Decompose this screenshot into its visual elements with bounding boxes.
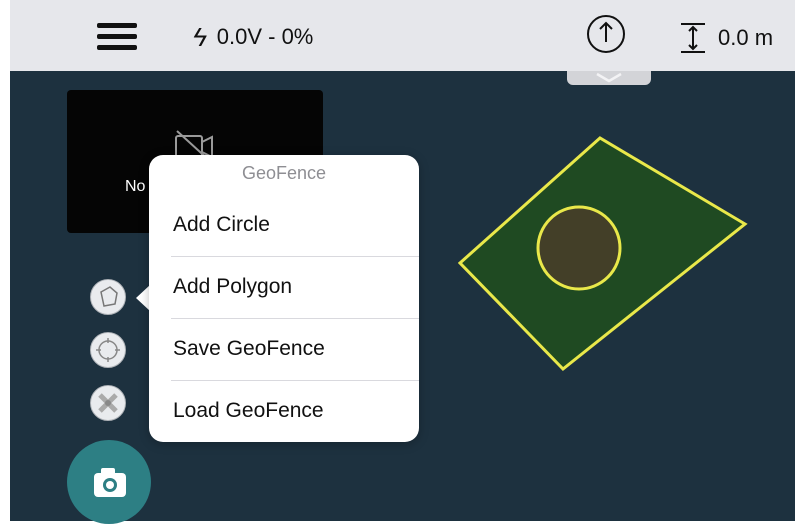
altitude-readout: 0.0 m: [676, 18, 773, 58]
polygon-icon: [100, 286, 118, 307]
menu-item-add-circle[interactable]: Add Circle: [149, 195, 419, 257]
app-frame: ϟ 0.0V - 0% 0.0 m No GeoFence Add Circle…: [0, 0, 795, 524]
battery-text: 0.0V - 0%: [216, 24, 314, 49]
geofence-menu: GeoFence Add Circle Add Polygon Save Geo…: [149, 155, 419, 442]
drone-tool-button[interactable]: [90, 385, 126, 421]
camera-button[interactable]: [67, 440, 151, 524]
geofence-circle: [536, 205, 622, 291]
pull-down-tab[interactable]: [567, 71, 651, 85]
circle-target-icon: [96, 338, 120, 362]
battery-status: ϟ 0.0V - 0%: [193, 22, 313, 52]
polygon-tool-button[interactable]: [90, 279, 126, 315]
menu-item-save-geofence[interactable]: Save GeoFence: [149, 319, 419, 381]
left-border: [0, 0, 10, 524]
hamburger-icon: [97, 45, 137, 50]
menu-item-add-polygon[interactable]: Add Polygon: [149, 257, 419, 319]
menu-item-label: Save GeoFence: [173, 337, 325, 360]
altitude-icon: [681, 23, 705, 53]
top-toolbar: ϟ 0.0V - 0% 0.0 m: [0, 0, 795, 72]
hamburger-icon: [97, 23, 137, 28]
bolt-icon: ϟ: [193, 21, 207, 52]
popover-arrow: [136, 285, 150, 311]
menu-item-label: Add Circle: [173, 213, 270, 236]
geofence-overlay[interactable]: [458, 135, 750, 373]
menu-item-label: Add Polygon: [173, 275, 293, 298]
drone-icon: [98, 393, 118, 413]
menu-title: GeoFence: [241, 163, 327, 183]
altitude-text: 0.0 m: [718, 25, 774, 50]
menu-button[interactable]: [97, 22, 137, 52]
camera-icon: [94, 468, 126, 497]
menu-item-label: Load GeoFence: [173, 399, 324, 422]
chevron-down-icon: [596, 72, 622, 83]
video-status-text: No: [125, 178, 146, 195]
compass-arrow-icon[interactable]: [586, 14, 626, 54]
menu-item-load-geofence[interactable]: Load GeoFence: [149, 381, 419, 443]
hamburger-icon: [97, 34, 137, 39]
circle-tool-button[interactable]: [90, 332, 126, 368]
